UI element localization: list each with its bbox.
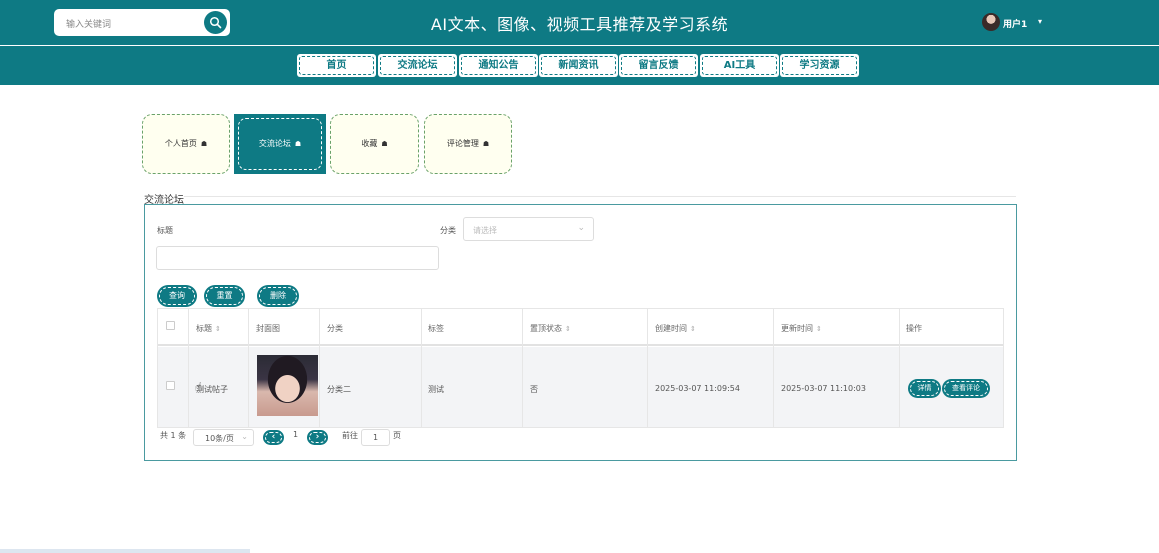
detail-button[interactable]: 详情 [908, 379, 941, 398]
nav-item-notice[interactable]: 通知公告 [459, 54, 538, 77]
query-button-label: 查询 [159, 287, 195, 305]
page-size-select[interactable]: 10条/页 ⌄ [193, 429, 254, 446]
column-header-created[interactable]: 创建时间 ⇕ [655, 323, 696, 334]
cell-category: 分类二 [327, 385, 351, 394]
reset-button-label: 重置 [206, 287, 243, 305]
column-header-tag: 标签 [428, 324, 444, 333]
column-divider [647, 309, 648, 427]
column-divider [421, 309, 422, 427]
delete-button[interactable]: 删除 [257, 285, 299, 307]
nav-item-label[interactable]: 交流论坛 [380, 56, 455, 75]
card-label: 个人首页 [164, 139, 197, 148]
cell-updated: 2025-03-07 11:10:03 [781, 384, 866, 393]
home-icon: ☗ [482, 140, 490, 148]
chevron-down-icon: ⌄ [577, 223, 585, 233]
goto-label: 前往 [342, 431, 358, 440]
main-nav: 首页 交流论坛 通知公告 新闻资讯 留言反馈 AI工具 学习资源 [0, 46, 1159, 85]
card-forum[interactable]: 交流论坛 ☗ [234, 114, 326, 174]
card-label: 收藏 [361, 139, 378, 148]
column-header-actions: 操作 [906, 324, 922, 333]
filter-category-label: 分类 [440, 226, 456, 235]
table-header: 标题 ⇕ 封面图 分类 标签 置顶状态 ⇕ 创建时间 ⇕ 更新时间 ⇕ 操作 [158, 309, 1003, 346]
reset-button[interactable]: 重置 [204, 285, 245, 307]
select-all-checkbox[interactable] [166, 321, 175, 330]
current-page[interactable]: 1 [293, 430, 298, 446]
column-divider [248, 309, 249, 427]
card-label: 交流论坛 [258, 139, 291, 148]
query-button[interactable]: 查询 [157, 285, 197, 307]
nav-item-feedback[interactable]: 留言反馈 [619, 54, 698, 77]
nav-item-label[interactable]: 学习资源 [782, 56, 857, 75]
cell-tag: 测试 [428, 385, 444, 394]
nav-item-ai-tools[interactable]: AI工具 [700, 54, 779, 77]
nav-item-label[interactable]: 首页 [299, 56, 374, 75]
card-profile[interactable]: 个人首页 ☗ [142, 114, 230, 174]
cell-pinned: 否 [530, 385, 538, 394]
card-favorites[interactable]: 收藏 ☗ [330, 114, 419, 174]
column-header-title[interactable]: 标题 ⇕ [196, 323, 221, 334]
nav-item-label[interactable]: 通知公告 [461, 56, 536, 75]
cell-created: 2025-03-07 11:09:54 [655, 384, 740, 393]
card-label: 评论管理 [446, 139, 479, 148]
sort-icon[interactable]: ⇕ [565, 325, 571, 333]
title-input[interactable] [156, 246, 439, 270]
column-header-cover: 封面图 [256, 324, 280, 333]
top-header: 输入关键词 AI文本、图像、视频工具推荐及学习系统 用户1 ▾ [0, 0, 1159, 45]
column-header-updated[interactable]: 更新时间 ⇕ [781, 323, 822, 334]
prev-page-button[interactable]: ‹ [263, 430, 284, 445]
avatar[interactable] [982, 13, 1000, 31]
nav-item-resources[interactable]: 学习资源 [780, 54, 859, 77]
column-divider [773, 309, 774, 427]
nav-item-label[interactable]: 新闻资讯 [541, 56, 616, 75]
column-divider [188, 309, 189, 427]
pointer-cursor-icon: ☝ [195, 380, 203, 394]
filter-title-label: 标题 [157, 226, 173, 235]
bottom-scrollbar[interactable] [0, 549, 250, 553]
username[interactable]: 用户1 [1003, 17, 1027, 30]
nav-item-label[interactable]: AI工具 [702, 56, 777, 75]
sort-icon[interactable]: ⇕ [690, 325, 696, 333]
page-unit-label: 页 [393, 431, 401, 440]
sort-icon[interactable]: ⇕ [816, 325, 822, 333]
column-divider [522, 309, 523, 427]
pagination-total: 共 1 条 [160, 431, 187, 440]
page-size-value: 10条/页 [205, 434, 234, 443]
card-comments[interactable]: 评论管理 ☗ [424, 114, 512, 174]
delete-button-label: 删除 [259, 287, 297, 305]
next-page-button[interactable]: › [307, 430, 328, 445]
section-divider [184, 196, 1016, 197]
column-divider [319, 309, 320, 427]
cover-image [257, 355, 318, 416]
view-comments-button-label: 查看评论 [944, 381, 988, 396]
card-inner: 交流论坛 ☗ [238, 118, 322, 170]
nav-item-forum[interactable]: 交流论坛 [378, 54, 457, 77]
user-menu[interactable]: 用户1 ▾ [982, 13, 1052, 33]
category-select-placeholder: 请选择 [473, 226, 497, 235]
nav-item-label[interactable]: 留言反馈 [621, 56, 696, 75]
column-header-pinned[interactable]: 置顶状态 ⇕ [530, 323, 571, 334]
chevron-down-icon[interactable]: ▾ [1038, 17, 1042, 26]
home-icon: ☗ [381, 140, 388, 148]
chevron-down-icon: ⌄ [241, 432, 248, 441]
category-select[interactable]: 请选择 ⌄ [463, 217, 594, 241]
table-row: 测试帖子 分类二 测试 否 2025-03-07 11:09:54 2025-0… [158, 347, 1003, 427]
column-header-category: 分类 [327, 324, 343, 333]
detail-button-label: 详情 [910, 381, 939, 396]
nav-item-home[interactable]: 首页 [297, 54, 376, 77]
nav-item-news[interactable]: 新闻资讯 [539, 54, 618, 77]
goto-page-input[interactable]: 1 [361, 429, 390, 446]
row-checkbox[interactable] [166, 381, 175, 390]
home-icon: ☗ [294, 140, 302, 148]
sort-icon[interactable]: ⇕ [215, 325, 221, 333]
forum-table: 标题 ⇕ 封面图 分类 标签 置顶状态 ⇕ 创建时间 ⇕ 更新时间 ⇕ 操作 测试帖子 … [157, 308, 1004, 428]
view-comments-button[interactable]: 查看评论 [942, 379, 990, 398]
home-icon: ☗ [200, 140, 208, 148]
column-divider [899, 309, 900, 427]
